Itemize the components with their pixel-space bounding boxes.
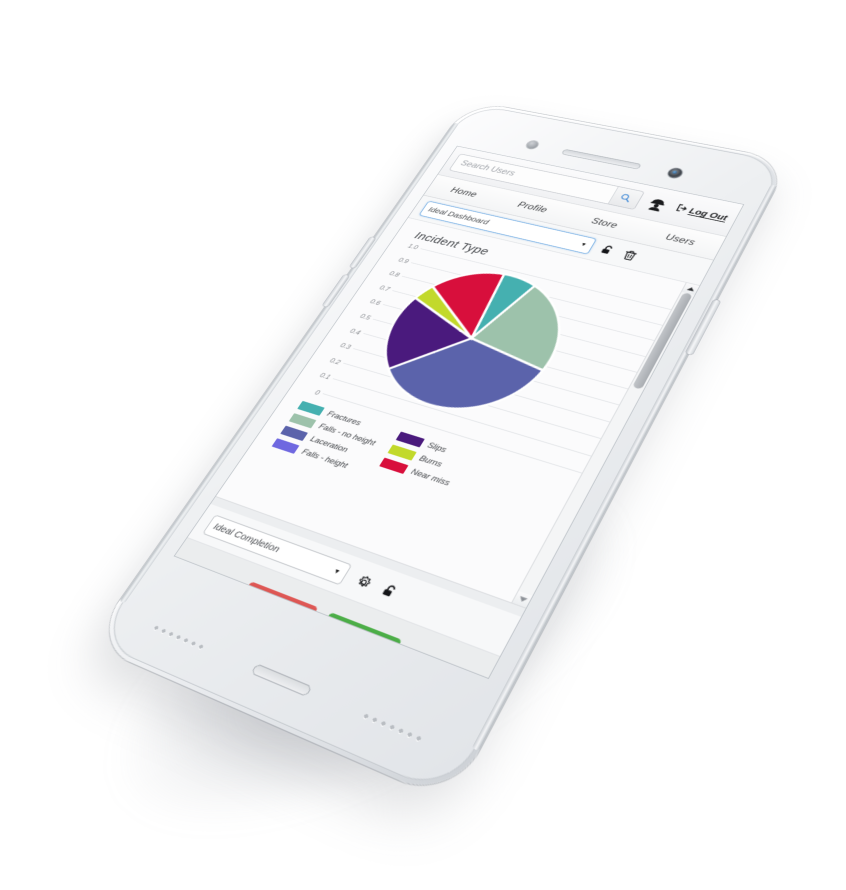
legend-swatch-slips — [395, 431, 424, 447]
logout-label: Log Out — [687, 207, 729, 223]
speaker-hole — [407, 732, 413, 738]
y-axis-tick-label: 0.3 — [339, 341, 353, 351]
legend-item: Burns — [387, 444, 460, 474]
legend-label-slips: Slips — [425, 441, 448, 455]
earpiece-speaker-icon — [561, 149, 642, 170]
y-axis-tick-label: 0.8 — [388, 270, 401, 279]
y-axis-tick-label: 0.2 — [328, 356, 342, 366]
unlock-icon[interactable] — [378, 582, 401, 601]
legend-label-near-miss: Near miss — [409, 467, 452, 488]
legend-swatch-falls-no-height — [289, 413, 317, 428]
y-axis-tick-label: 0.4 — [349, 327, 363, 336]
gear-icon[interactable] — [352, 572, 376, 592]
legend-label-burns: Burns — [417, 454, 444, 470]
legend-swatch-near-miss — [379, 457, 408, 473]
legend-swatch-burns — [387, 444, 416, 460]
legend-item: Slips — [395, 431, 467, 461]
legend-swatch-laceration — [280, 426, 308, 441]
proximity-sensor-icon — [525, 140, 540, 150]
gridline: 0 — [323, 393, 583, 474]
y-axis-tick-label: 0.9 — [397, 256, 410, 265]
y-axis-tick-label: 0.7 — [378, 284, 392, 293]
legend-item: Near miss — [379, 457, 452, 488]
perspective-stage: Log Out Home Profile Store Users Ideal D… — [0, 0, 846, 823]
y-axis-tick-label: 0.5 — [359, 312, 373, 321]
front-camera-icon — [666, 167, 684, 179]
speaker-hole — [398, 728, 404, 734]
legend-swatch-fractures — [297, 401, 325, 416]
y-axis-tick-label: 0 — [313, 388, 322, 396]
chevron-down-icon: ▼ — [332, 567, 342, 575]
y-axis-tick-label: 0.1 — [318, 371, 332, 381]
speaker-hole — [416, 736, 422, 742]
y-axis-tick-label: 0.6 — [369, 298, 383, 307]
y-axis-tick-label: 1.0 — [407, 242, 420, 251]
